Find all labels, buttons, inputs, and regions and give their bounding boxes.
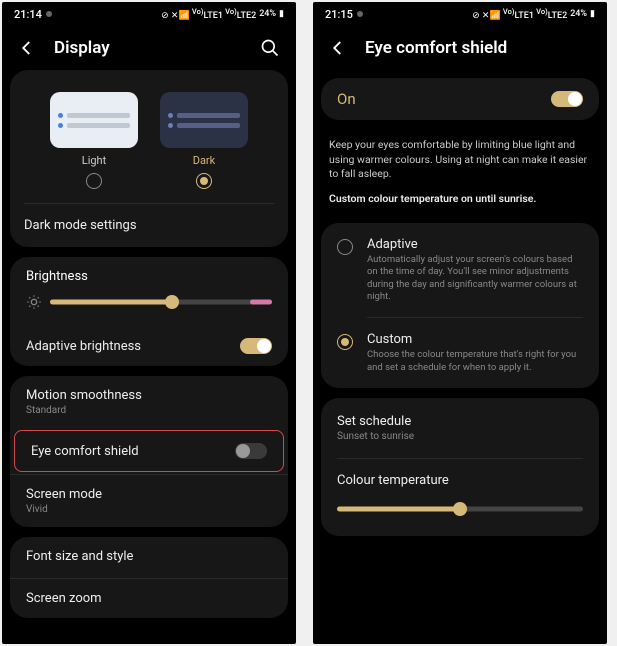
- header: Display: [2, 26, 296, 70]
- description-text: Keep your eyes comfortable by limiting b…: [313, 130, 607, 186]
- adaptive-brightness-label: Adaptive brightness: [26, 339, 141, 354]
- brightness-title: Brightness: [26, 269, 272, 284]
- battery-icon: ▮: [590, 9, 595, 19]
- description-status: Custom colour temperature on until sunri…: [313, 186, 607, 215]
- schedule-title: Set schedule: [337, 414, 583, 429]
- status-time: 21:15: [325, 8, 353, 21]
- temperature-row: Colour temperature: [321, 463, 599, 532]
- search-icon[interactable]: [260, 38, 280, 58]
- custom-sub: Choose the colour temperature that's rig…: [367, 349, 583, 374]
- status-battery: 24%: [570, 9, 587, 19]
- brightness-section: Brightness Adaptive brightness: [10, 257, 288, 366]
- theme-dark-preview: [160, 92, 248, 148]
- zoom-label: Screen zoom: [26, 591, 102, 606]
- brightness-slider[interactable]: [50, 295, 272, 309]
- status-dot-icon: [357, 11, 363, 17]
- schedule-block: Set schedule Sunset to sunrise Colour te…: [321, 398, 599, 536]
- dark-mode-settings-row[interactable]: Dark mode settings: [24, 214, 274, 233]
- back-icon[interactable]: [329, 39, 347, 57]
- status-indicators: ⊘ ✕📶 Vo)LTE1 Vo)LTE2: [472, 7, 567, 21]
- screen-mode-row[interactable]: Screen mode Vivid: [10, 474, 288, 527]
- page-title: Display: [54, 38, 242, 58]
- adaptive-radio[interactable]: [337, 239, 353, 255]
- status-time: 21:14: [14, 8, 42, 21]
- dark-mode-settings-label: Dark mode settings: [24, 218, 137, 233]
- adaptive-option[interactable]: Adaptive Automatically adjust your scree…: [321, 227, 599, 313]
- page-title: Eye comfort shield: [365, 38, 591, 58]
- theme-light-label: Light: [82, 154, 106, 167]
- custom-title: Custom: [367, 332, 583, 347]
- on-label: On: [337, 90, 356, 108]
- eye-comfort-label: Eye comfort shield: [31, 444, 139, 459]
- font-label: Font size and style: [26, 549, 133, 564]
- theme-dark-option[interactable]: Dark: [160, 92, 248, 189]
- font-row[interactable]: Font size and style: [10, 537, 288, 576]
- display-options-section: Motion smoothness Standard Eye comfort s…: [10, 376, 288, 527]
- theme-light-radio[interactable]: [86, 173, 102, 189]
- custom-radio[interactable]: [337, 334, 353, 350]
- theme-dark-radio[interactable]: [196, 173, 212, 189]
- back-icon[interactable]: [18, 39, 36, 57]
- adaptive-brightness-toggle[interactable]: [240, 338, 272, 354]
- text-section: Font size and style Screen zoom: [10, 537, 288, 618]
- eye-comfort-toggle[interactable]: [235, 443, 267, 459]
- status-battery: 24%: [259, 9, 276, 19]
- on-block: On: [321, 78, 599, 120]
- motion-smoothness-label: Motion smoothness: [26, 388, 142, 403]
- adaptive-title: Adaptive: [367, 237, 583, 252]
- motion-smoothness-sub: Standard: [26, 405, 142, 416]
- custom-option[interactable]: Custom Choose the colour temperature tha…: [321, 322, 599, 384]
- eye-comfort-screen: 21:15 ⊘ ✕📶 Vo)LTE1 Vo)LTE2 24% ▮ Eye com…: [313, 2, 607, 644]
- battery-icon: ▮: [279, 9, 284, 19]
- on-toggle[interactable]: [551, 91, 583, 107]
- header: Eye comfort shield: [313, 26, 607, 70]
- schedule-row[interactable]: Set schedule Sunset to sunrise: [321, 402, 599, 454]
- status-indicators: ⊘ ✕📶 Vo)LTE1 Vo)LTE2: [161, 7, 256, 21]
- adaptive-sub: Automatically adjust your screen's colou…: [367, 254, 583, 303]
- temperature-title: Colour temperature: [337, 473, 583, 488]
- motion-smoothness-row[interactable]: Motion smoothness Standard: [10, 376, 288, 428]
- adaptive-brightness-row[interactable]: Adaptive brightness: [10, 326, 288, 366]
- mode-options-block: Adaptive Automatically adjust your scree…: [321, 223, 599, 388]
- screen-mode-label: Screen mode: [26, 487, 102, 502]
- eye-comfort-row[interactable]: Eye comfort shield: [14, 430, 284, 472]
- schedule-sub: Sunset to sunrise: [337, 431, 583, 442]
- status-bar: 21:14 ⊘ ✕📶 Vo)LTE1 Vo)LTE2 24% ▮: [2, 2, 296, 26]
- screen-mode-sub: Vivid: [26, 504, 102, 515]
- theme-light-option[interactable]: Light: [50, 92, 138, 189]
- temperature-slider[interactable]: [337, 502, 583, 516]
- status-bar: 21:15 ⊘ ✕📶 Vo)LTE1 Vo)LTE2 24% ▮: [313, 2, 607, 26]
- theme-light-preview: [50, 92, 138, 148]
- display-settings-screen: 21:14 ⊘ ✕📶 Vo)LTE1 Vo)LTE2 24% ▮ Display…: [2, 2, 296, 644]
- status-dot-icon: [46, 11, 52, 17]
- brightness-icon: [26, 294, 42, 310]
- theme-dark-label: Dark: [193, 154, 216, 167]
- theme-section: Light Dark Dark mode settings: [10, 70, 288, 247]
- zoom-row[interactable]: Screen zoom: [10, 578, 288, 618]
